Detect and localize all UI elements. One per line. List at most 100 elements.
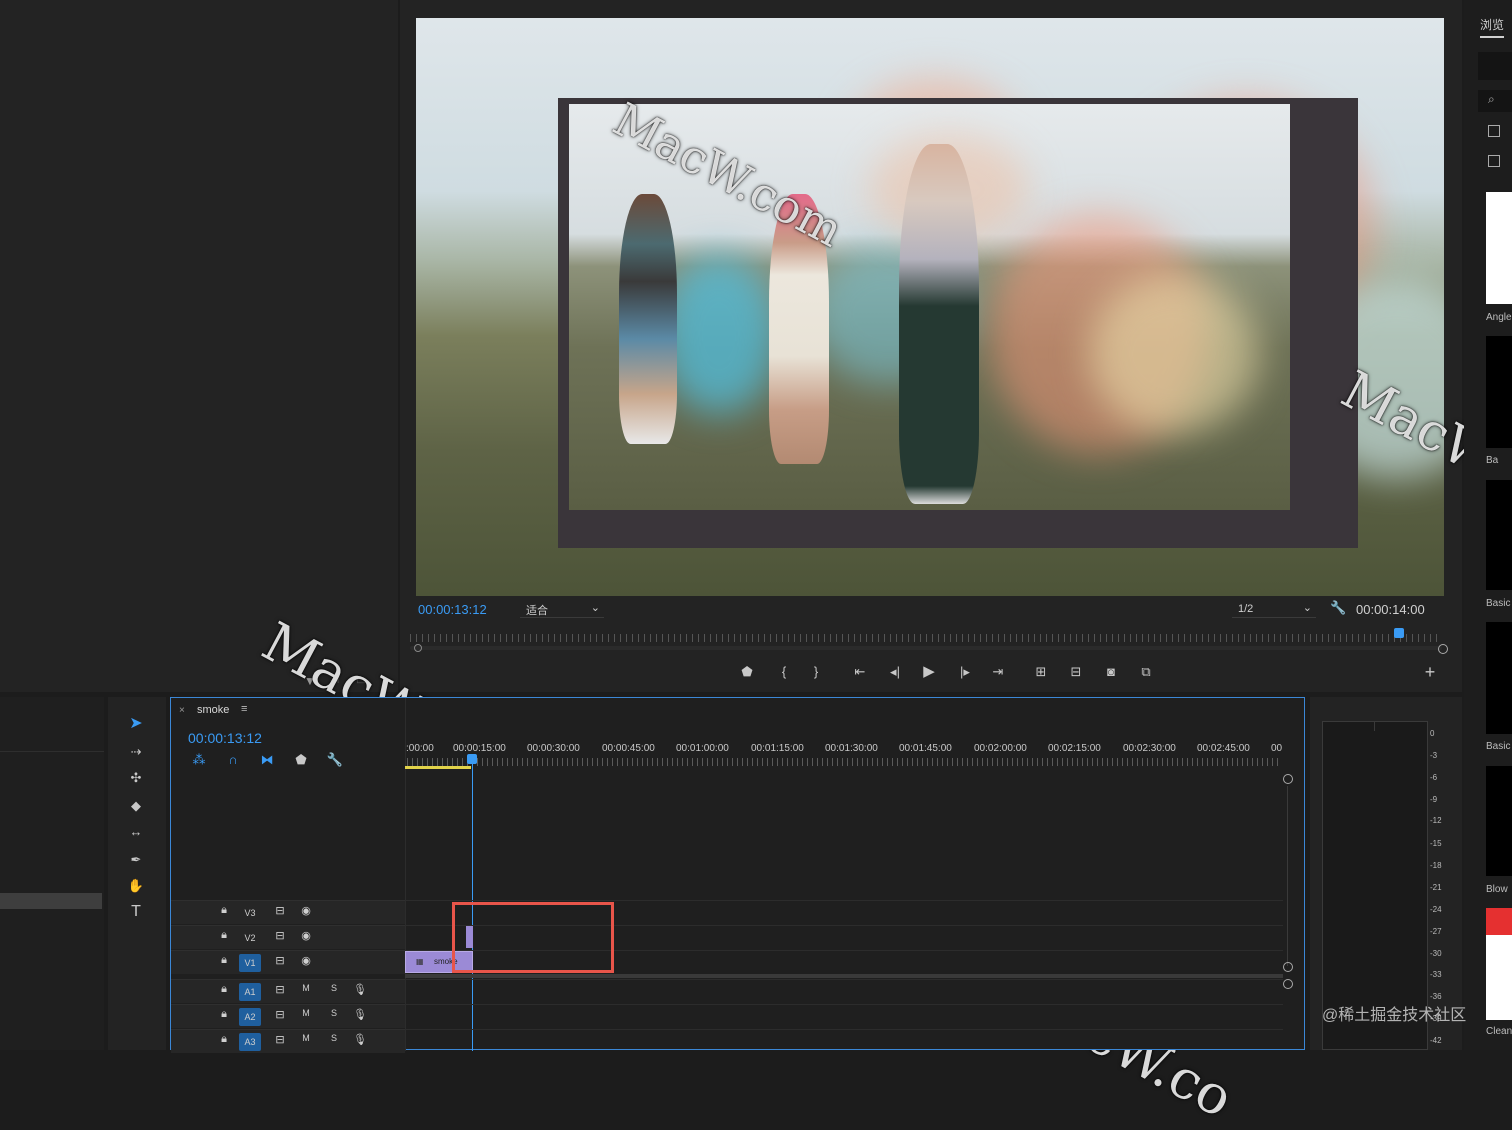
sync-lock-icon[interactable]: ⊟ <box>273 1008 287 1021</box>
sync-lock-icon[interactable]: ⊟ <box>273 1033 287 1046</box>
checkbox[interactable] <box>1488 155 1500 167</box>
meter-scale: -24 <box>1430 905 1442 914</box>
playhead-handle[interactable] <box>467 754 477 764</box>
zoom-handle-left[interactable] <box>414 644 422 652</box>
razor-tool-icon[interactable]: ◆ <box>126 797 146 815</box>
sequence-tab[interactable]: smoke <box>197 704 229 716</box>
track-label[interactable]: V1 <box>239 954 261 972</box>
track-header-v2[interactable]: 🔒︎ V2 ⊟ ◉ <box>171 925 405 949</box>
lock-icon[interactable]: 🔒︎ <box>217 954 231 967</box>
compare-view-icon[interactable]: ⧉ <box>1136 663 1156 681</box>
track-select-tool-icon[interactable]: ⇢ <box>126 743 146 761</box>
go-to-in-icon[interactable]: ⇤ <box>850 663 870 681</box>
scroll-handle[interactable] <box>1283 962 1293 972</box>
eye-icon[interactable]: ◉ <box>299 929 313 942</box>
lock-icon[interactable]: 🔒︎ <box>217 929 231 942</box>
sync-lock-icon[interactable]: ⊟ <box>273 904 287 917</box>
camera-icon[interactable]: ◙ <box>1101 663 1121 681</box>
preset-thumbnail[interactable] <box>1486 480 1512 590</box>
preset-thumbnail[interactable] <box>1486 192 1512 304</box>
snap-icon[interactable]: ∩ <box>223 751 243 769</box>
microphone-icon[interactable]: 🎙︎ <box>353 1033 367 1046</box>
mark-out-icon[interactable]: } <box>806 663 826 681</box>
linked-selection-icon[interactable]: ⧓ <box>257 751 277 769</box>
slip-tool-icon[interactable]: ↔ <box>126 823 146 841</box>
preset-thumbnail[interactable] <box>1486 908 1512 1020</box>
list-item[interactable] <box>0 893 102 909</box>
play-icon[interactable]: ▶ <box>919 663 939 681</box>
project-panel <box>0 697 104 1050</box>
lock-icon[interactable]: 🔒︎ <box>217 1033 231 1046</box>
search-input[interactable]: ⌕ <box>1478 90 1512 112</box>
track-header-v1[interactable]: 🔒︎ V1 ⊟ ◉ <box>171 950 405 974</box>
ruler-tick-label: 00:01:15:00 <box>751 743 804 754</box>
microphone-icon[interactable]: 🎙︎ <box>353 1008 367 1021</box>
hand-tool-icon[interactable]: ✋ <box>126 877 146 895</box>
step-back-icon[interactable]: ◂| <box>885 663 905 681</box>
mute-button[interactable]: M <box>299 1008 313 1018</box>
solo-button[interactable]: S <box>327 1033 341 1043</box>
pen-tool-icon[interactable]: ✒ <box>126 851 146 869</box>
lock-icon[interactable]: 🔒︎ <box>217 904 231 917</box>
go-to-out-icon[interactable]: ⇥ <box>988 663 1008 681</box>
add-marker-icon[interactable]: ⬟ <box>291 751 311 769</box>
ripple-edit-tool-icon[interactable]: ✣ <box>126 769 146 787</box>
lock-icon[interactable]: 🔒︎ <box>217 1008 231 1021</box>
preset-thumbnail[interactable] <box>1486 336 1512 448</box>
track-lane-a1[interactable] <box>405 979 1283 1003</box>
track-label[interactable]: V2 <box>239 929 261 947</box>
selection-tool-icon[interactable]: ➤ <box>126 715 146 733</box>
wrench-icon[interactable]: 🔧 <box>1330 600 1346 616</box>
fit-dropdown[interactable]: 适合 ⌄ <box>520 600 604 618</box>
preset-thumbnail[interactable] <box>1486 622 1512 734</box>
track-header-a3[interactable]: 🔒︎ A3 ⊟ M S 🎙︎ <box>171 1029 405 1053</box>
meter-scale: -6 <box>1430 773 1438 782</box>
menu-icon[interactable]: ≡ <box>241 703 247 715</box>
program-time-ruler[interactable] <box>410 628 1450 656</box>
lock-icon[interactable]: 🔒︎ <box>217 983 231 996</box>
track-header-a2[interactable]: 🔒︎ A2 ⊟ M S 🎙︎ <box>171 1004 405 1028</box>
scroll-handle[interactable] <box>1283 979 1293 989</box>
extract-icon[interactable]: ⊟ <box>1066 663 1086 681</box>
track-lane-a2[interactable] <box>405 1004 1283 1028</box>
close-icon[interactable]: × <box>179 705 185 716</box>
mark-in-icon[interactable]: { <box>774 663 794 681</box>
scroll-handle[interactable] <box>1283 774 1293 784</box>
solo-button[interactable]: S <box>327 1008 341 1018</box>
solo-button[interactable]: S <box>327 983 341 993</box>
zoom-handle-right[interactable] <box>1438 644 1448 654</box>
track-label[interactable]: A1 <box>239 983 261 1001</box>
meter-scale: -30 <box>1430 949 1442 958</box>
sync-lock-icon[interactable]: ⊟ <box>273 929 287 942</box>
track-header-a1[interactable]: 🔒︎ A1 ⊟ M S 🎙︎ <box>171 979 405 1003</box>
playhead-handle[interactable] <box>1394 628 1404 638</box>
type-tool-icon[interactable]: T <box>126 903 146 921</box>
track-label[interactable]: A3 <box>239 1033 261 1051</box>
mute-button[interactable]: M <box>299 1033 313 1043</box>
mute-button[interactable]: M <box>299 983 313 993</box>
track-label[interactable]: A2 <box>239 1008 261 1026</box>
tab-browse[interactable]: 浏览 <box>1480 16 1505 38</box>
resolution-dropdown[interactable]: 1/2 ⌄ <box>1232 600 1316 618</box>
preset-dropdown[interactable] <box>1478 52 1512 80</box>
sync-lock-icon[interactable]: ⊟ <box>273 954 287 967</box>
nest-icon[interactable]: ⁂ <box>189 751 209 769</box>
microphone-icon[interactable]: 🎙︎ <box>353 983 367 996</box>
track-lane-a3[interactable] <box>405 1029 1283 1053</box>
step-forward-icon[interactable]: |▸ <box>955 663 975 681</box>
add-button-icon[interactable]: + <box>1420 663 1440 681</box>
track-header-v3[interactable]: 🔒︎ V3 ⊟ ◉ <box>171 900 405 924</box>
add-marker-icon[interactable]: ⬟ <box>737 663 757 681</box>
program-timecode[interactable]: 00:00:13:12 <box>418 602 487 617</box>
preset-thumbnail[interactable] <box>1486 766 1512 876</box>
wrench-icon[interactable]: 🔧 <box>325 751 345 769</box>
timeline-timecode[interactable]: 00:00:13:12 <box>188 730 262 746</box>
eye-icon[interactable]: ◉ <box>299 904 313 917</box>
eye-icon[interactable]: ◉ <box>299 954 313 967</box>
work-area-bar[interactable] <box>405 766 471 769</box>
lift-icon[interactable]: ⊞ <box>1031 663 1051 681</box>
ruler-tick-label: 00:01:00:00 <box>676 743 729 754</box>
track-label[interactable]: V3 <box>239 904 261 922</box>
checkbox[interactable] <box>1488 125 1500 137</box>
sync-lock-icon[interactable]: ⊟ <box>273 983 287 996</box>
